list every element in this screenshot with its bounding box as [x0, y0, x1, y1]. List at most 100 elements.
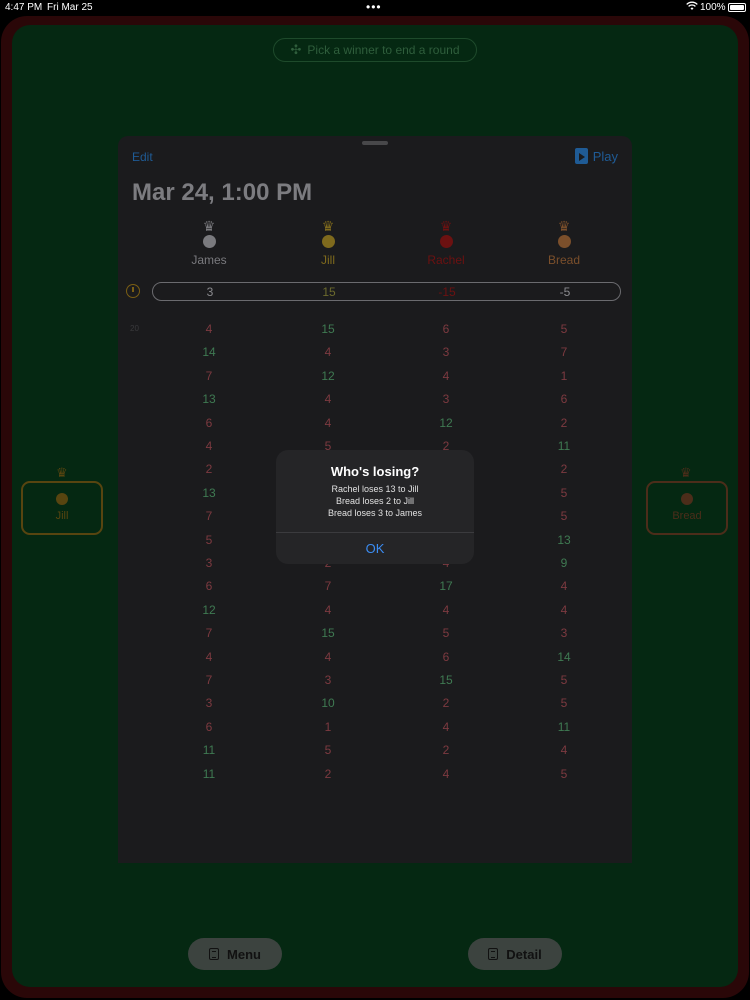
score-cell: 2 — [205, 462, 213, 477]
round-row[interactable]: 7 12 4 1 — [118, 367, 632, 387]
battery-percent: 100% — [700, 2, 726, 13]
score-cell: 4 — [442, 719, 450, 734]
player-total: -5 — [559, 285, 571, 299]
score-cell: 2 — [442, 743, 450, 758]
battery-icon — [728, 3, 746, 12]
avatar-icon — [202, 235, 216, 248]
round-row[interactable]: 11 2 4 5 — [118, 765, 632, 785]
player-column-header[interactable]: ♛ Bread — [524, 218, 604, 267]
losing-alert: Who's losing? Rachel loses 13 to Jill Br… — [276, 450, 474, 564]
score-cell: 5 — [324, 743, 332, 758]
round-row[interactable]: 6 4 12 2 — [118, 414, 632, 434]
alert-title: Who's losing? — [330, 464, 420, 479]
score-cell: 5 — [560, 696, 568, 711]
score-cell: 4 — [205, 322, 213, 336]
play-doc-icon — [574, 148, 588, 164]
score-cell: 4 — [324, 649, 332, 664]
play-button[interactable]: Play — [574, 148, 618, 164]
status-time: 4:47 PM — [5, 2, 43, 13]
round-row[interactable]: 6 1 4 11 — [118, 718, 632, 738]
edit-button[interactable]: Edit — [132, 150, 153, 164]
score-cell: 5 — [560, 673, 568, 687]
score-cell: 4 — [560, 602, 568, 617]
player-column-header[interactable]: ♛ Rachel — [406, 218, 486, 267]
status-bar: 4:47 PM Fri Mar 25 ••• 100% — [0, 0, 750, 16]
avatar-icon — [557, 235, 571, 248]
round-row[interactable]: 20 4 15 6 5 — [118, 320, 632, 340]
crown-icon: ♛ — [202, 218, 216, 234]
score-cell: 6 — [560, 392, 568, 407]
score-cell: 4 — [324, 415, 332, 430]
score-cell: 5 — [560, 509, 568, 524]
score-cell: 5 — [560, 485, 568, 500]
score-cell: 3 — [205, 556, 213, 570]
wifi-icon — [686, 1, 698, 10]
round-row[interactable]: 6 7 17 4 — [118, 577, 632, 597]
player-total: -15 — [438, 285, 456, 299]
round-row[interactable]: 4 4 6 14 — [118, 648, 632, 668]
multitasking-dots-icon[interactable]: ••• — [366, 0, 382, 14]
hint-label: Pick a winner to end a round — [307, 43, 460, 57]
pick-winner-hint[interactable]: ✣ Pick a winner to end a round — [273, 38, 477, 62]
score-cell: 2 — [560, 462, 568, 477]
sheet-grabber[interactable] — [362, 141, 388, 145]
score-cell: 11 — [202, 766, 216, 781]
seat-left[interactable]: Jill — [21, 481, 103, 535]
score-cell: 17 — [439, 579, 453, 594]
round-row[interactable]: 12 4 4 4 — [118, 601, 632, 621]
round-row[interactable]: 7 3 15 5 — [118, 671, 632, 691]
score-cell: 10 — [321, 696, 335, 711]
crown-icon: ♛ — [557, 218, 571, 234]
round-row[interactable]: 7 15 5 3 — [118, 624, 632, 644]
crown-icon: ♛ — [321, 218, 335, 234]
round-row[interactable]: 3 10 2 5 — [118, 694, 632, 714]
alert-line: Bread loses 3 to James — [327, 508, 423, 518]
score-cell: 4 — [560, 743, 568, 758]
player-name: Jill — [321, 253, 335, 267]
avatar-icon — [439, 235, 453, 248]
score-cell: 13 — [557, 532, 571, 547]
round-row[interactable]: 13 4 3 6 — [118, 390, 632, 410]
play-label: Play — [592, 148, 618, 164]
player-column-header[interactable]: ♛ Jill — [288, 218, 368, 267]
avatar-icon — [321, 235, 335, 248]
score-cell: 4 — [442, 368, 450, 383]
score-cell: 4 — [324, 392, 332, 407]
sheet-title: Mar 24, 1:00 PM — [132, 179, 313, 206]
menu-doc-icon — [209, 948, 220, 960]
score-cell: 4 — [442, 766, 450, 781]
score-cell: 4 — [560, 579, 568, 594]
seat-right[interactable]: Bread — [646, 481, 728, 535]
score-cell: 2 — [560, 415, 568, 430]
seat-name: Bread — [672, 510, 702, 522]
clover-icon: ✣ — [290, 42, 302, 57]
score-cell: 15 — [321, 626, 335, 641]
score-cell: 7 — [205, 368, 213, 383]
score-cell: 7 — [324, 579, 332, 594]
score-cell: 2 — [324, 766, 332, 781]
round-row[interactable]: 11 5 2 4 — [118, 741, 632, 761]
score-cell: 6 — [205, 719, 213, 734]
detail-label: Detail — [506, 946, 542, 962]
score-cell: 11 — [557, 719, 571, 734]
player-column-header[interactable]: ♛ James — [169, 218, 249, 267]
score-cell: 13 — [202, 392, 216, 407]
score-cell: 3 — [442, 345, 450, 360]
score-cell: 3 — [324, 673, 332, 687]
score-cell: 3 — [560, 626, 568, 641]
score-cell: 3 — [205, 696, 213, 711]
score-cell: 7 — [205, 509, 213, 524]
player-name: James — [191, 253, 227, 267]
score-cell: 7 — [560, 345, 568, 360]
player-name: Rachel — [427, 253, 465, 267]
score-cell: 12 — [439, 415, 453, 430]
detail-button[interactable]: Detail — [468, 938, 562, 970]
alert-message: Rachel loses 13 to Jill Bread loses 2 to… — [276, 483, 474, 519]
score-cell: 4 — [324, 602, 332, 617]
score-cell: 1 — [560, 368, 568, 383]
menu-button[interactable]: Menu — [188, 938, 282, 970]
round-row[interactable]: 14 4 3 7 — [118, 343, 632, 363]
ok-button[interactable]: OK — [276, 533, 474, 564]
score-cell: 6 — [205, 415, 213, 430]
player-total: 15 — [322, 285, 336, 299]
